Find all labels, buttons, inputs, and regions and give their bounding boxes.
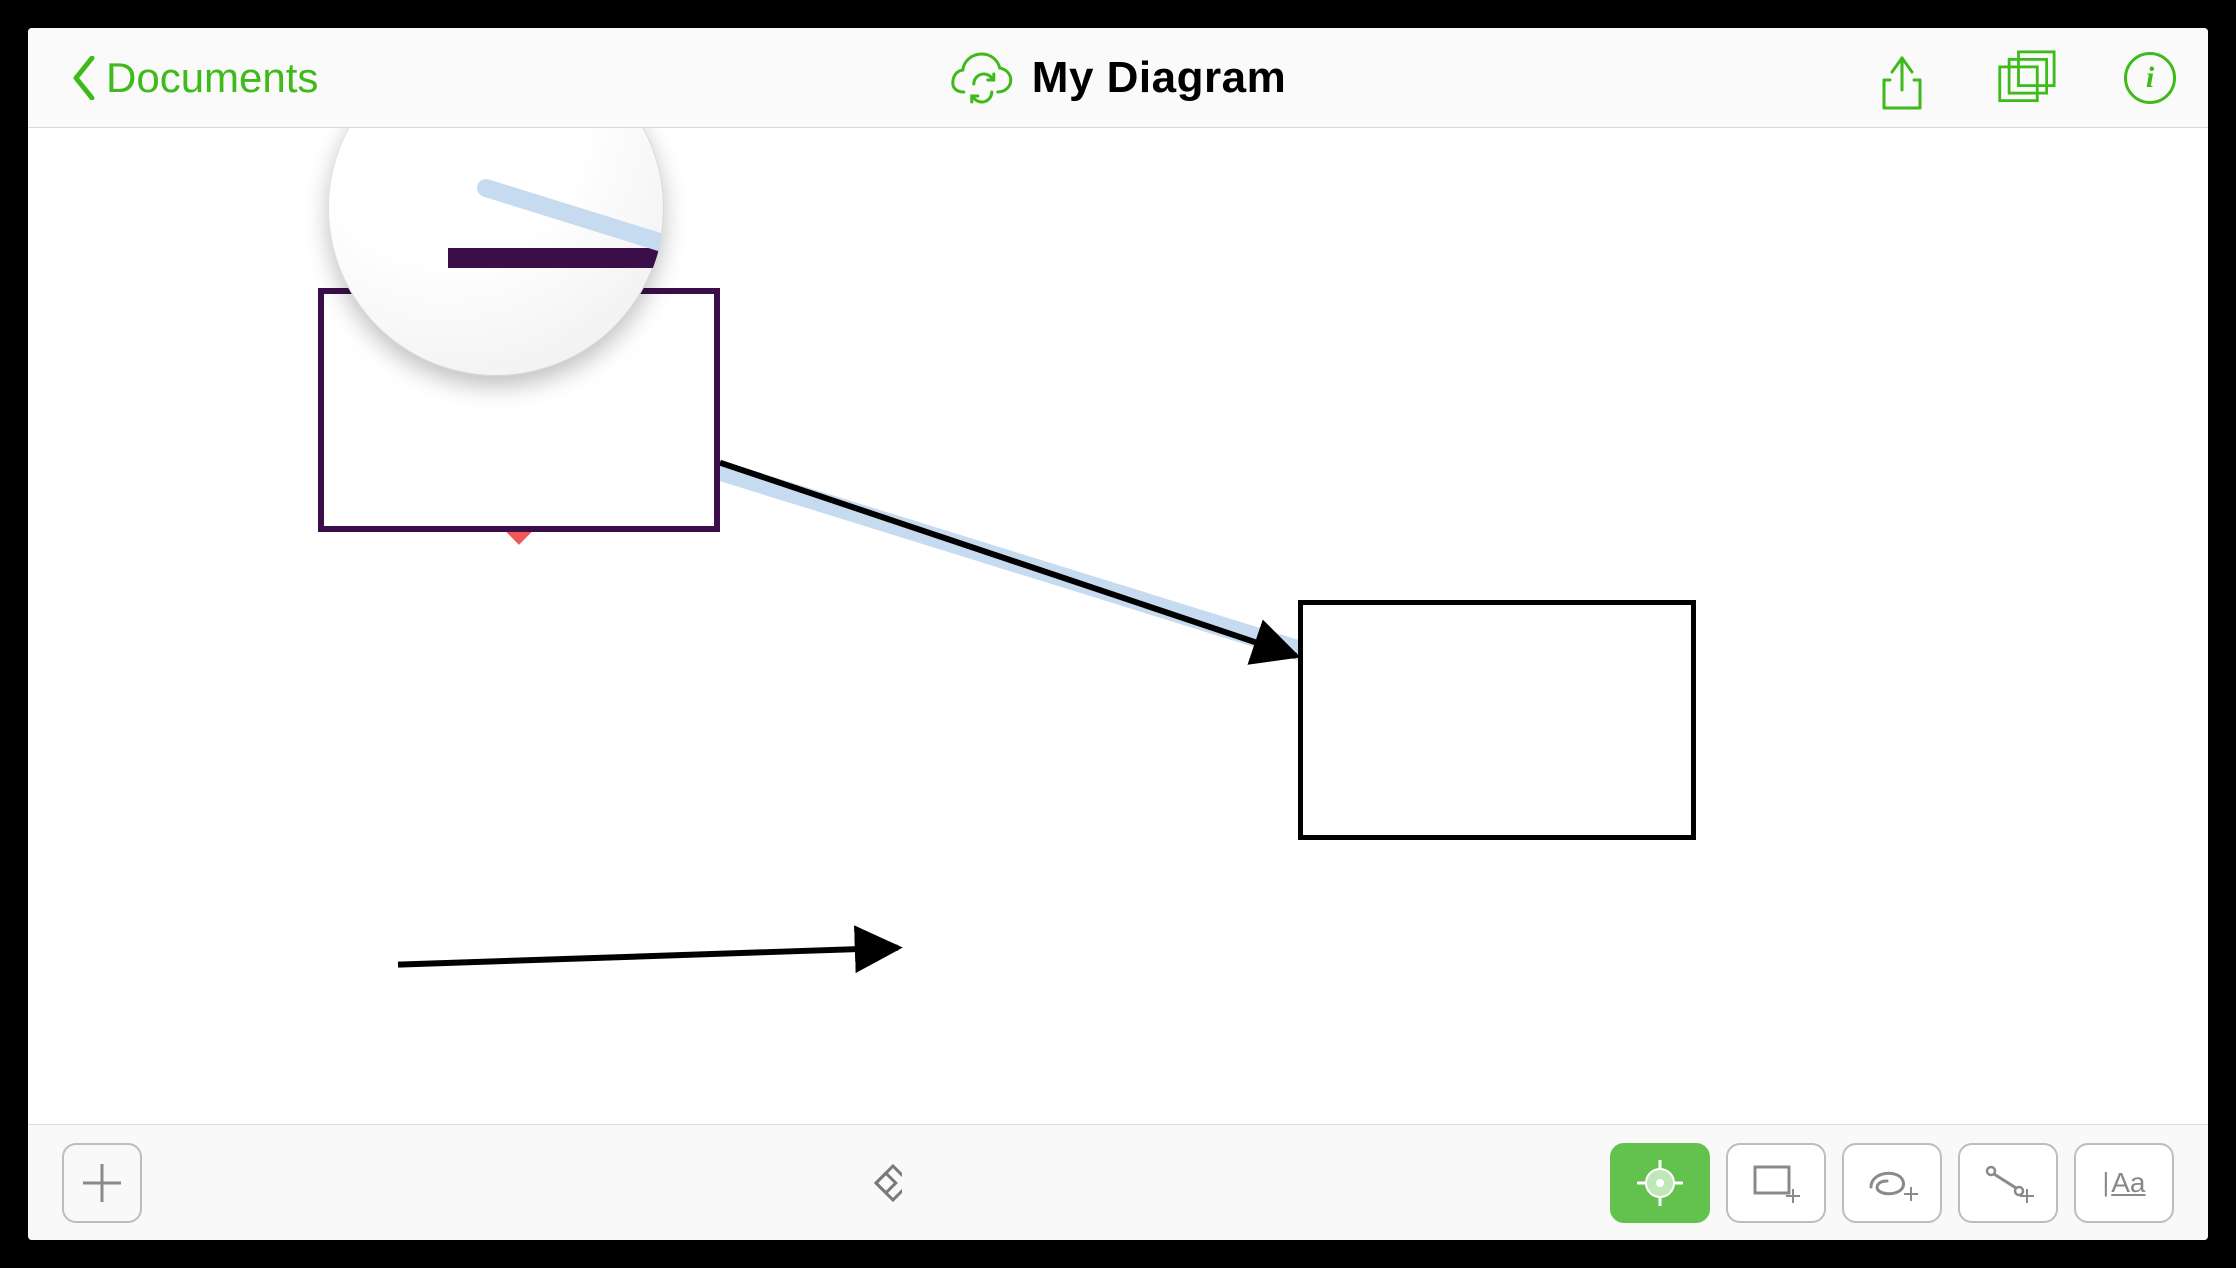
text-tool-icon: | Aa <box>2102 1167 2145 1199</box>
tool-rect[interactable] <box>1726 1143 1826 1223</box>
free-arrow[interactable] <box>398 948 898 965</box>
rect-tool-icon <box>1751 1161 1801 1205</box>
top-right-actions: i <box>1876 50 2176 106</box>
shape-rect-selected[interactable] <box>318 288 720 532</box>
drawing-tools: | Aa <box>1610 1143 2174 1223</box>
back-label: Documents <box>106 54 318 102</box>
app-frame: Documents My Diagram <box>28 28 2208 1240</box>
shape-rect-target[interactable] <box>1298 600 1696 840</box>
top-toolbar: Documents My Diagram <box>28 28 2208 128</box>
share-icon[interactable] <box>1876 52 1928 104</box>
bottom-toolbar: | Aa <box>28 1124 2208 1240</box>
line-tool-icon <box>1981 1161 2035 1205</box>
add-button[interactable] <box>62 1143 142 1223</box>
chevron-left-icon <box>70 56 98 100</box>
tool-point[interactable] <box>1610 1143 1710 1223</box>
info-icon[interactable]: i <box>2124 52 2176 104</box>
inspector-icon[interactable] <box>850 1157 902 1209</box>
canvas-overlay <box>28 128 2208 1124</box>
crosshair-icon <box>1637 1160 1683 1206</box>
page-title: My Diagram <box>1032 53 1286 103</box>
tool-line[interactable] <box>1958 1143 2058 1223</box>
canvases-icon[interactable] <box>1996 50 2056 106</box>
cloud-sync-icon[interactable] <box>950 52 1014 104</box>
canvas[interactable] <box>28 128 2208 1124</box>
back-button[interactable]: Documents <box>70 54 318 102</box>
tool-freehand[interactable] <box>1842 1143 1942 1223</box>
tool-text[interactable]: | Aa <box>2074 1143 2174 1223</box>
title-group: My Diagram <box>950 52 1286 104</box>
connected-arrow[interactable] <box>720 463 1296 656</box>
freehand-tool-icon <box>1865 1163 1919 1203</box>
plus-icon <box>79 1160 125 1206</box>
